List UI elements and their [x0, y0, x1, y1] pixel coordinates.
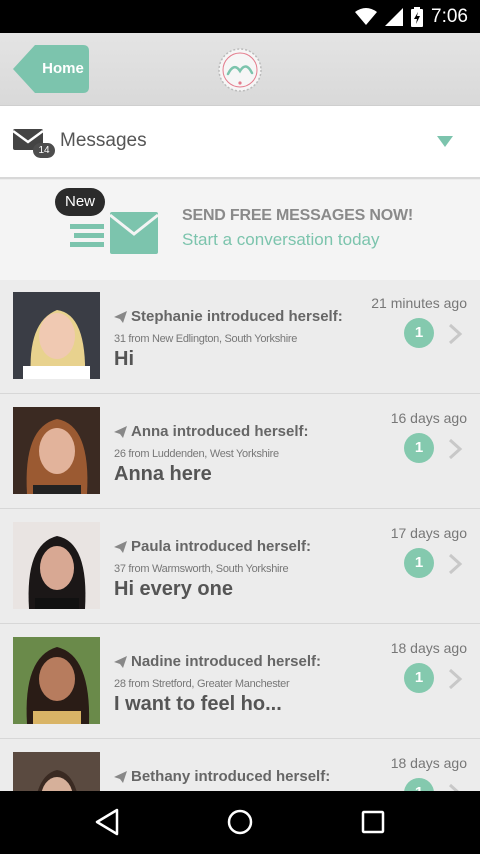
message-time: 18 days ago: [390, 640, 467, 656]
wifi-icon: [355, 8, 378, 25]
chevron-right-icon: [448, 323, 463, 345]
paper-plane-icon: [114, 655, 127, 668]
unread-count-badge: 1: [404, 548, 434, 578]
message-row[interactable]: Anna introduced herself: 26 from Luddend…: [0, 395, 480, 509]
promo-subtitle: Start a conversation today: [182, 230, 380, 249]
avatar: [13, 637, 100, 724]
navigation-bar: [0, 791, 480, 854]
promo-banner[interactable]: New SEND FREE MESSAGES NOW! Start a conv…: [0, 180, 480, 280]
paper-plane-icon: [114, 425, 127, 438]
home-nav-icon[interactable]: [223, 807, 257, 837]
messages-title: Messages: [60, 130, 147, 151]
chevron-right-icon: [448, 438, 463, 460]
message-row[interactable]: Stephanie introduced herself: 31 from Ne…: [0, 280, 480, 394]
chevron-right-icon: [448, 783, 459, 791]
chevron-right-icon: [448, 668, 463, 690]
message-row[interactable]: Nadine introduced herself: 28 from Stret…: [0, 625, 480, 739]
message-title: Stephanie introduced herself:: [114, 308, 343, 325]
chevron-right-icon: [448, 553, 463, 575]
message-time: 16 days ago: [390, 410, 467, 426]
unread-count-badge: 1: [404, 318, 434, 348]
home-label: Home: [42, 60, 84, 77]
message-row[interactable]: Paula introduced herself: 37 from Warmsw…: [0, 510, 480, 624]
unread-count-badge: 1: [404, 663, 434, 693]
avatar: [13, 522, 100, 609]
message-title-text: Nadine introduced herself:: [131, 653, 322, 670]
status-icons: 7:06: [355, 6, 468, 28]
dropdown-arrow-icon[interactable]: [437, 136, 453, 147]
message-preview: I want to feel ho...: [114, 693, 282, 715]
message-location: 26 from Luddenden, West Yorkshire: [114, 448, 279, 460]
message-title: Bethany introduced herself:: [114, 768, 330, 785]
message-time: 21 minutes ago: [371, 295, 467, 311]
message-time: 17 days ago: [390, 525, 467, 541]
unread-count-badge: 1: [404, 433, 434, 463]
recents-icon[interactable]: [356, 807, 390, 837]
home-button[interactable]: Home: [13, 45, 89, 93]
promo-title: SEND FREE MESSAGES NOW!: [182, 207, 413, 224]
status-time: 7:06: [431, 6, 468, 27]
avatar: [13, 292, 100, 379]
message-location: 31 from New Edlington, South Yorkshire: [114, 333, 298, 345]
back-icon[interactable]: [91, 807, 125, 837]
message-location: 28 from Stretford, Greater Manchester: [114, 678, 290, 690]
flirty-logo: [218, 48, 262, 92]
avatar: [13, 407, 100, 494]
message-preview: Anna here: [114, 463, 212, 485]
message-title-text: Bethany introduced herself:: [131, 768, 331, 785]
messages-bar[interactable]: 14 Messages: [0, 106, 480, 179]
message-title: Anna introduced herself:: [114, 423, 309, 440]
send-message-icon: [70, 212, 159, 254]
message-preview: Hi: [114, 348, 134, 370]
paper-plane-icon: [114, 540, 127, 553]
message-title-text: Anna introduced herself:: [131, 423, 309, 440]
message-count-badge: 14: [33, 143, 55, 158]
message-title-text: Paula introduced herself:: [131, 538, 312, 555]
battery-icon: [411, 7, 424, 27]
message-time: 18 days ago: [390, 755, 467, 771]
message-title-text: Stephanie introduced herself:: [131, 308, 343, 325]
signal-icon: [385, 8, 404, 26]
message-preview: Hi every one: [114, 578, 233, 600]
message-title: Nadine introduced herself:: [114, 653, 321, 670]
message-list[interactable]: Stephanie introduced herself: 31 from Ne…: [0, 280, 480, 791]
message-location: 37 from Warmsworth, South Yorkshire: [114, 563, 289, 575]
paper-plane-icon: [114, 770, 127, 783]
app-header: Home: [0, 33, 480, 106]
avatar: [13, 752, 100, 791]
message-title: Paula introduced herself:: [114, 538, 311, 555]
paper-plane-icon: [114, 310, 127, 323]
status-bar: 7:06: [0, 0, 480, 33]
message-row[interactable]: Bethany introduced herself: 18 days ago …: [0, 740, 480, 791]
unread-count-badge: 1: [404, 778, 434, 791]
